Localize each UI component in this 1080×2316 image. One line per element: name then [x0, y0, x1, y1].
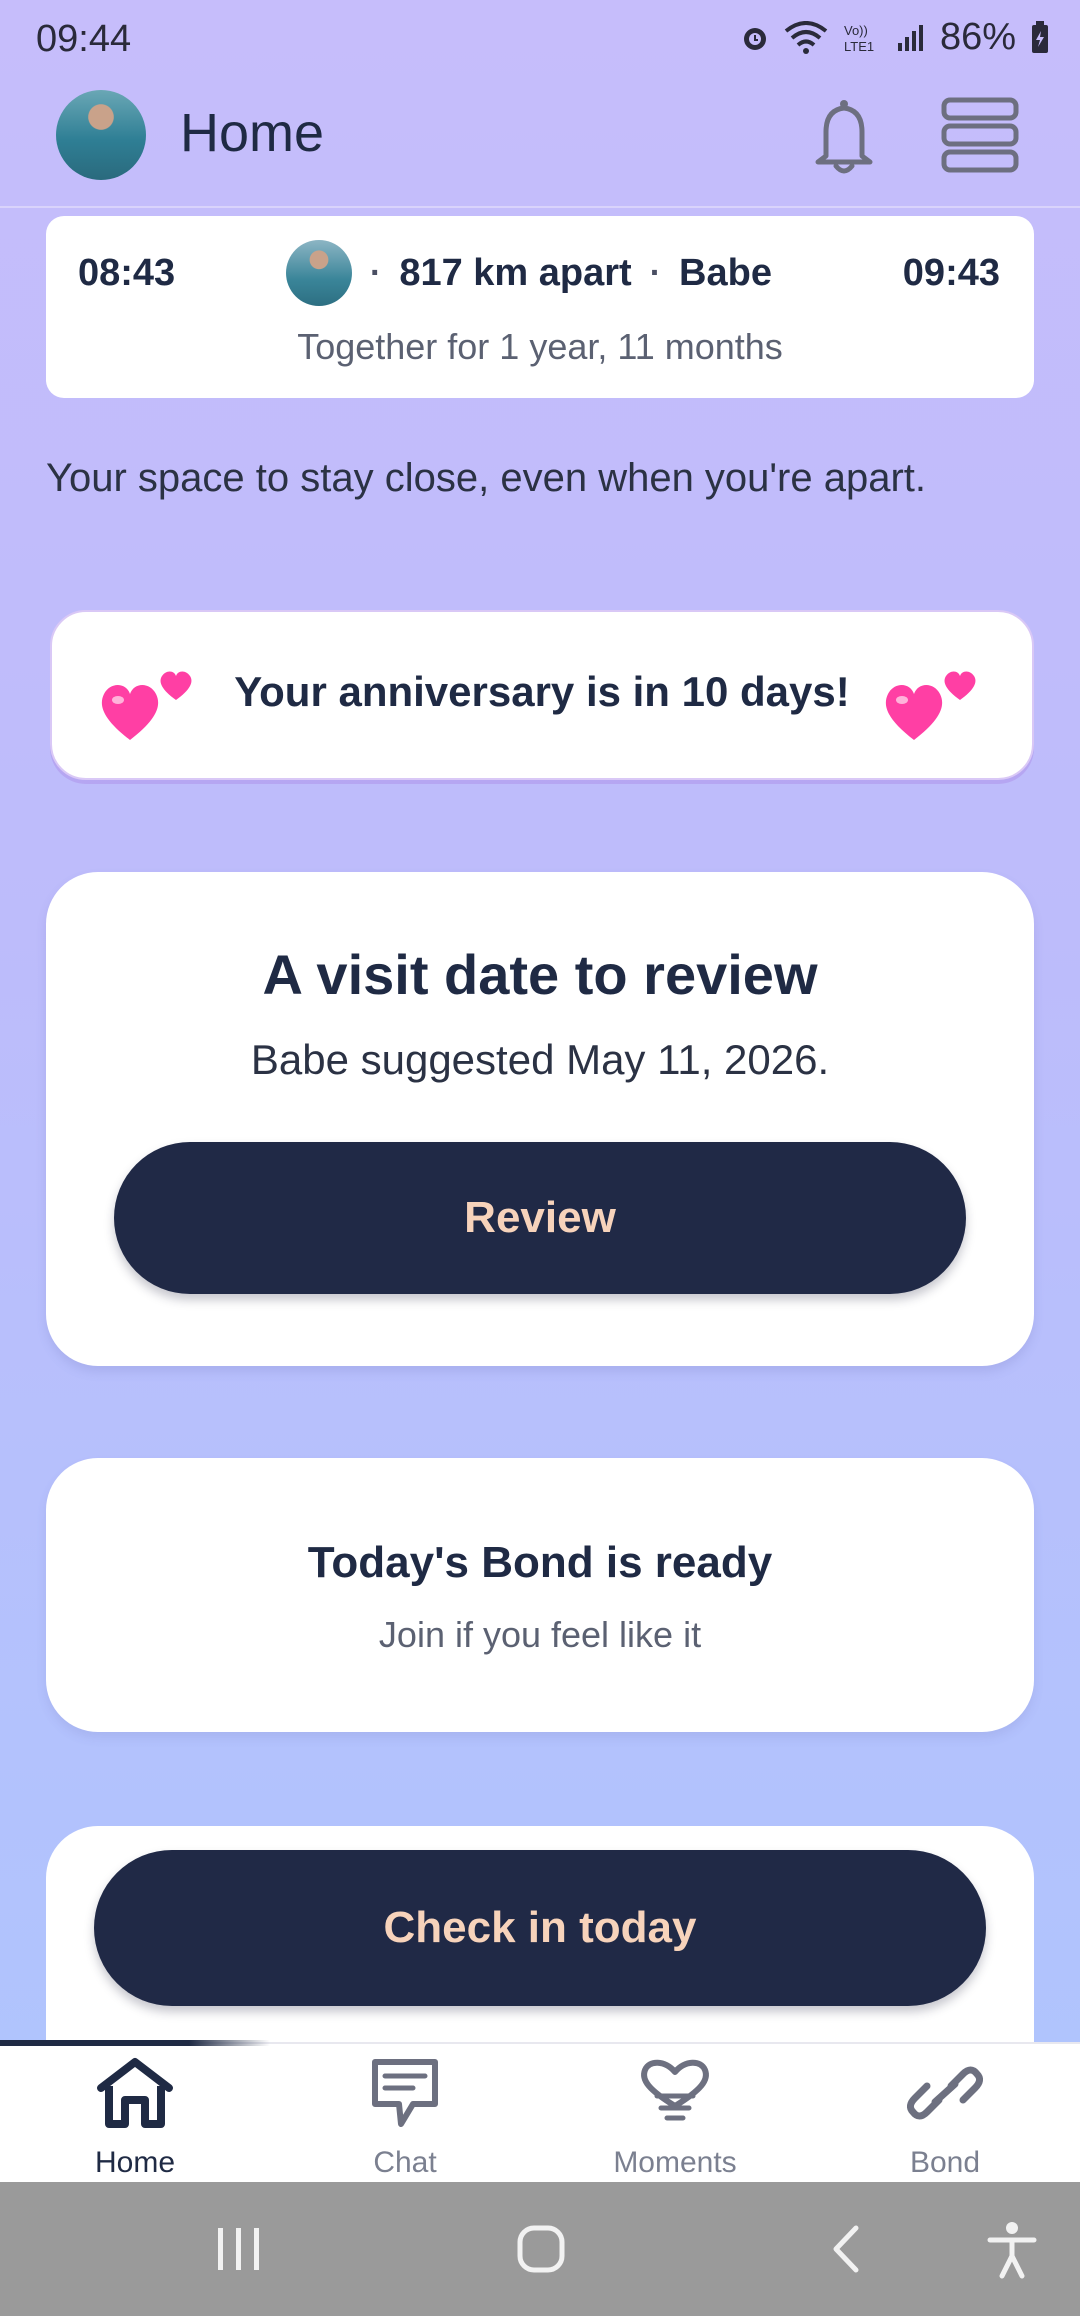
home-icon: [97, 2058, 173, 2128]
svg-text:LTE1: LTE1: [844, 39, 874, 54]
page-title: Home: [180, 103, 325, 163]
home-button-icon[interactable]: [516, 2224, 566, 2274]
nav-bond-label: Bond: [909, 2146, 981, 2179]
separator-dot: ·: [370, 253, 382, 292]
battery-percent: 86%: [939, 16, 1016, 58]
local-time: 08:43: [78, 252, 176, 294]
nav-home[interactable]: Home: [0, 2056, 270, 2180]
back-icon[interactable]: [826, 2224, 866, 2274]
distance-text: 817 km apart: [399, 251, 632, 294]
nav-moments-label: Moments: [613, 2146, 737, 2179]
nav-moments[interactable]: Moments: [540, 2056, 810, 2180]
app-bar: Home: [0, 82, 1080, 208]
bottom-navigation: Home Chat Moments Bond: [0, 2040, 1080, 2184]
moments-icon: [641, 2059, 709, 2121]
together-duration: Together for 1 year, 11 months: [297, 326, 783, 367]
visit-subtitle: Babe suggested May 11, 2026.: [250, 1036, 830, 1083]
chat-icon: [372, 2059, 438, 2127]
nav-chat-label: Chat: [373, 2146, 437, 2179]
status-time: 09:44: [36, 18, 132, 60]
nav-home-label: Home: [94, 2146, 176, 2179]
alarm-icon: [743, 27, 766, 50]
recent-apps-icon[interactable]: [214, 2226, 264, 2272]
status-icons: Vo)) LTE1 86%: [740, 16, 1050, 59]
nav-bond[interactable]: Bond: [810, 2056, 1080, 2180]
notification-bell-icon[interactable]: [806, 96, 882, 180]
bond-subtitle: Join if you feel like it: [378, 1614, 702, 1655]
visit-review-card: A visit date to review Babe suggested Ma…: [46, 872, 1034, 1366]
active-tab-indicator: [0, 2040, 270, 2046]
system-navigation-bar: [0, 2182, 1080, 2316]
review-button[interactable]: Review: [114, 1142, 966, 1294]
partner-row: · 817 km apart · Babe: [286, 240, 772, 306]
separator-dot: ·: [649, 253, 662, 292]
anniversary-banner: Your anniversary is in 10 days!: [50, 610, 1034, 780]
status-bar: 09:44 Vo)) LTE1 86%: [0, 0, 1080, 82]
tagline: Your space to stay close, even when you'…: [46, 456, 927, 500]
wifi-icon: [784, 20, 828, 54]
signal-icon: [897, 24, 923, 51]
partner-time: 09:43: [902, 252, 1000, 294]
nav-chat[interactable]: Chat: [270, 2056, 540, 2180]
svg-text:Vo)): Vo)): [844, 23, 868, 38]
bond-title: Today's Bond is ready: [307, 1538, 773, 1587]
battery-icon: [1032, 20, 1048, 53]
lte-icon: Vo))LTE1: [844, 23, 874, 54]
partner-name: Babe: [679, 251, 772, 294]
bond-card[interactable]: Today's Bond is ready Join if you feel l…: [46, 1458, 1034, 1732]
checkin-card: Check in today: [46, 1826, 1034, 2046]
partner-info-card: 08:43 · 817 km apart · Babe 09:43 Togeth…: [46, 216, 1034, 398]
two-hearts-icon: [885, 671, 976, 740]
link-icon: [906, 2066, 984, 2120]
partner-avatar: [286, 240, 352, 306]
check-in-button[interactable]: Check in today: [94, 1850, 986, 2006]
menu-icon[interactable]: [940, 96, 1020, 174]
profile-avatar[interactable]: [56, 90, 146, 180]
visit-title: A visit date to review: [262, 943, 818, 1006]
accessibility-icon[interactable]: [984, 2220, 1040, 2280]
